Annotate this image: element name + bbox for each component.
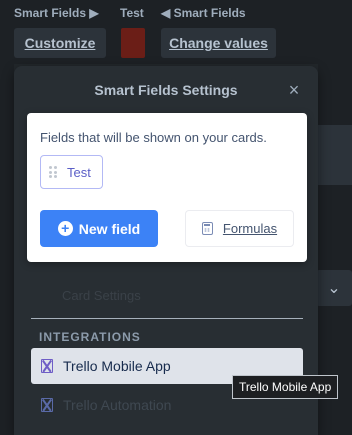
trello-mobile-icon [41, 359, 53, 373]
formulas-label: Formulas [222, 221, 278, 236]
color-swatch[interactable] [121, 28, 145, 58]
new-field-label: New field [78, 220, 141, 237]
new-field-button[interactable]: + New field [40, 210, 158, 247]
board-right-panel [318, 125, 352, 185]
fields-card: Fields that will be shown on your cards.… [27, 113, 307, 262]
fields-description: Fields that will be shown on your cards. [40, 130, 267, 145]
calculator-icon [201, 222, 213, 235]
divider [31, 318, 303, 319]
formulas-button[interactable]: Formulas [185, 210, 294, 247]
breadcrumb-smart-fields-back[interactable]: ◀ Smart Fields [161, 6, 246, 20]
close-icon[interactable]: × [282, 78, 306, 102]
integration-label: Trello Automation [63, 397, 172, 413]
breadcrumb-smart-fields[interactable]: Smart Fields ▶ [14, 6, 99, 20]
board-left-edge [0, 64, 14, 435]
card-settings-label: Card Settings [62, 288, 141, 303]
card-header: Smart Fields ▶ Test ◀ Smart Fields Custo… [0, 0, 352, 64]
field-chip-test[interactable]: Test [40, 155, 103, 189]
popover-title: Smart Fields Settings [94, 82, 238, 98]
customize-button[interactable]: Customize [14, 28, 106, 58]
integrations-heading: INTEGRATIONS [39, 330, 141, 344]
field-chip-label: Test [67, 164, 91, 180]
chevron-down-icon[interactable]: ⌄ [316, 270, 352, 306]
trello-automation-icon [41, 398, 53, 412]
breadcrumb-test[interactable]: Test [120, 6, 144, 20]
plus-circle-icon: + [57, 221, 73, 236]
drag-handle-icon[interactable] [49, 166, 57, 178]
change-values-button[interactable]: Change values [161, 28, 276, 58]
integration-label: Trello Mobile App [63, 358, 171, 374]
tooltip: Trello Mobile App [232, 375, 339, 399]
